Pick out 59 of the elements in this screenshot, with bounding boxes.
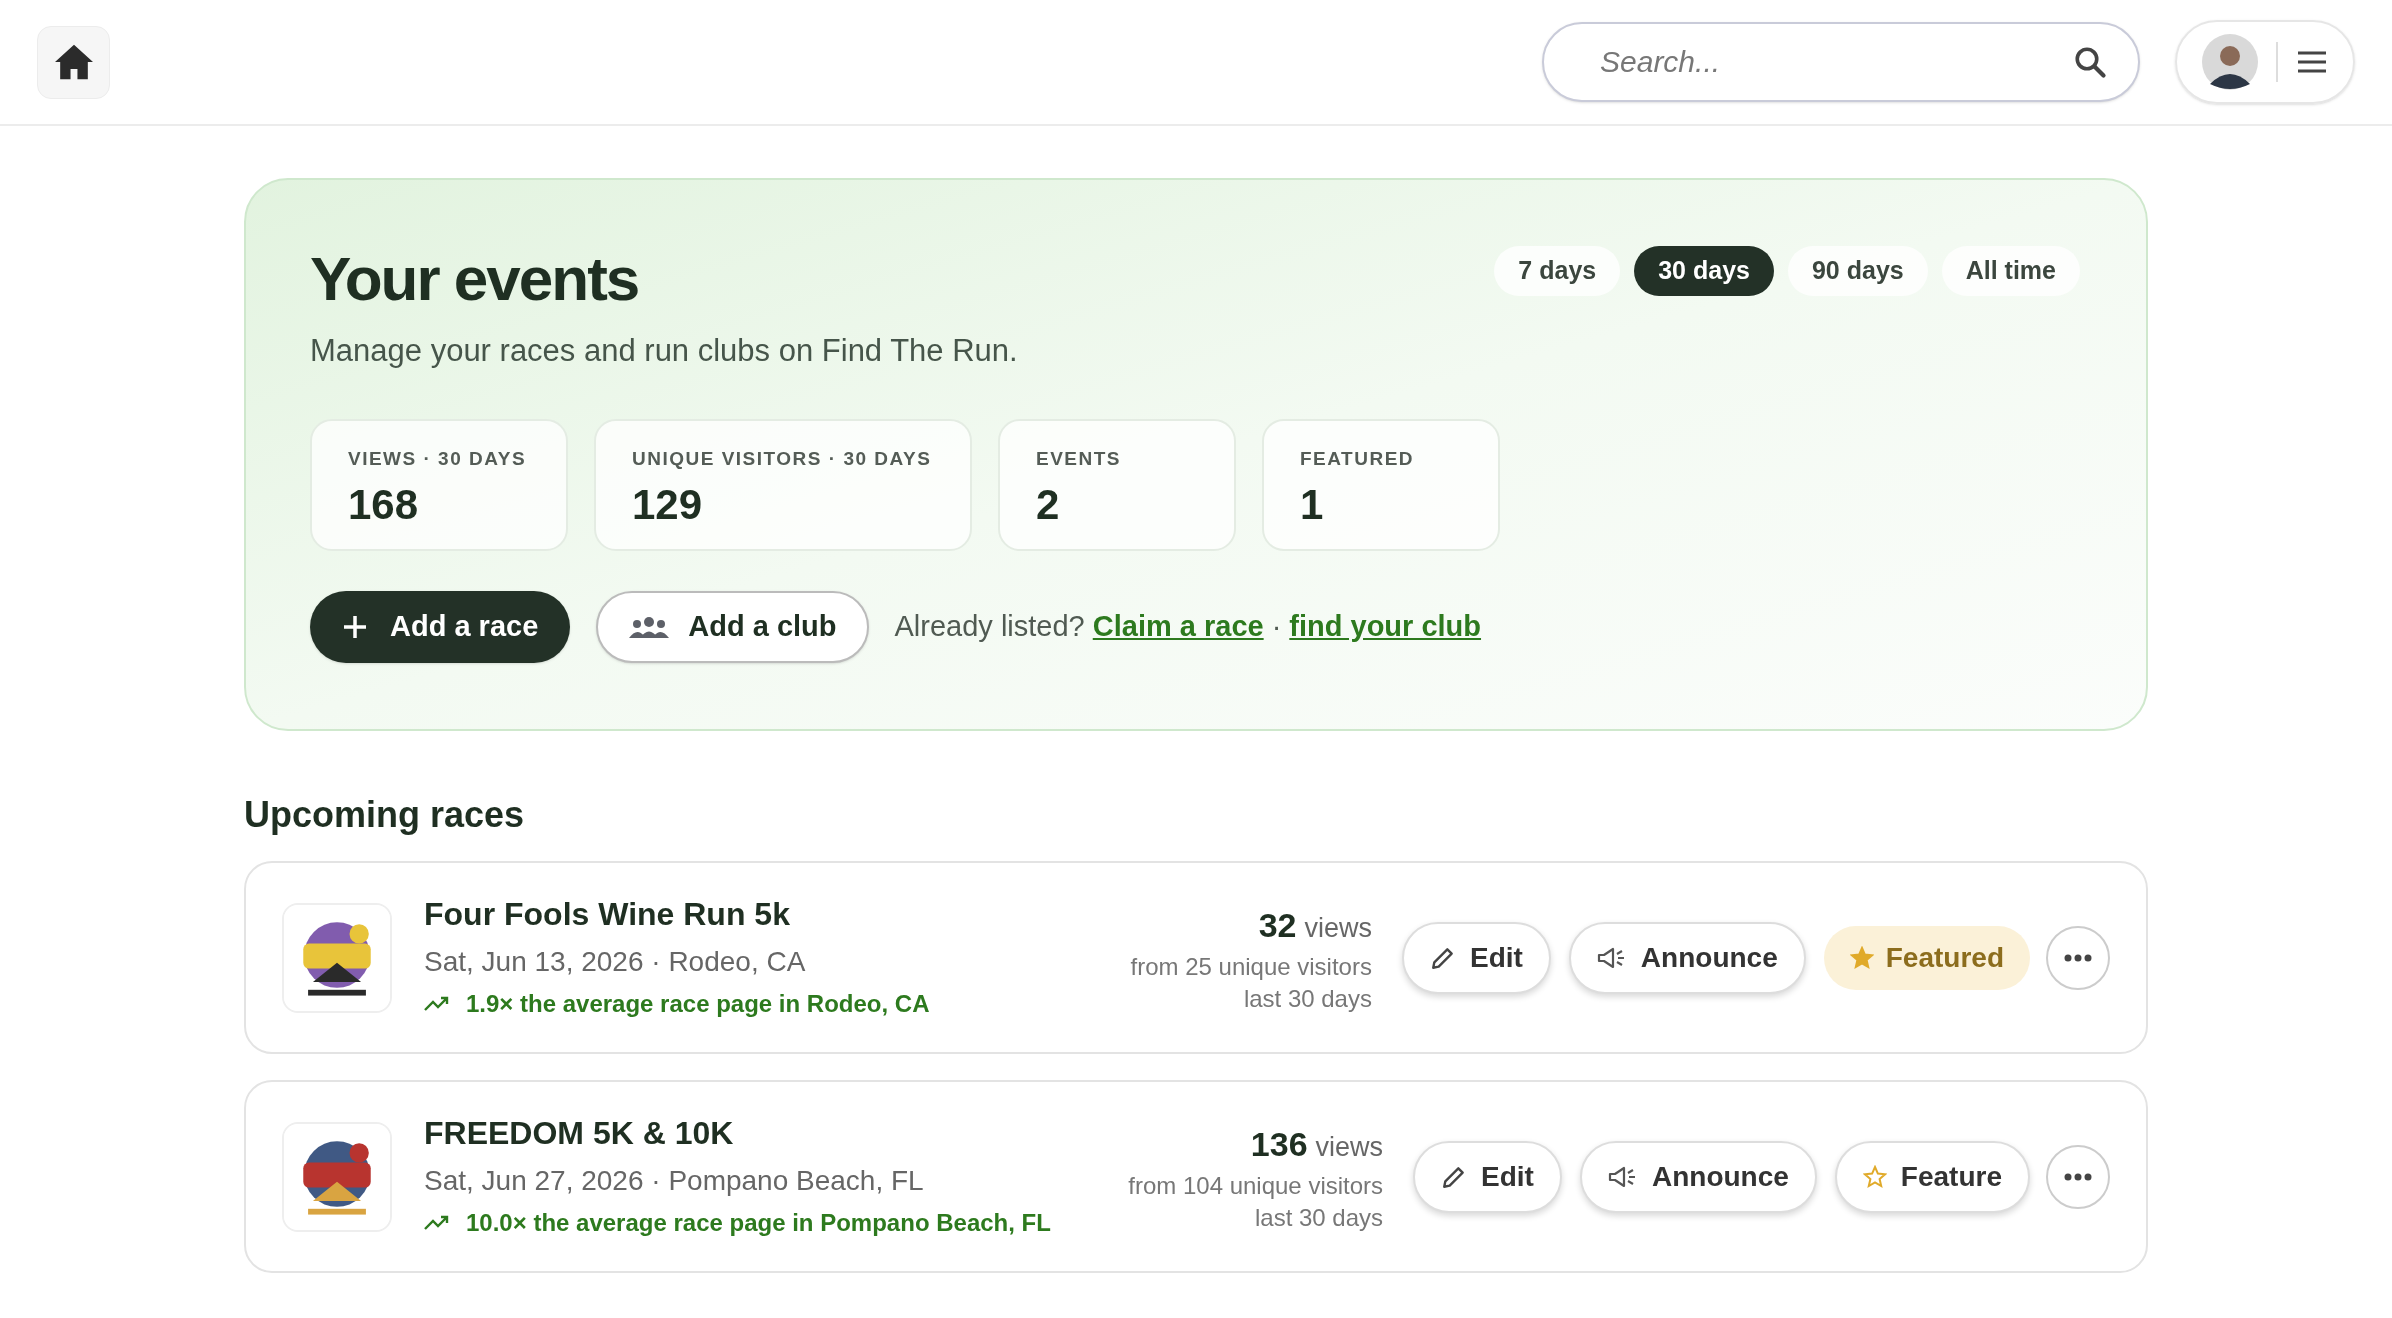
claim-prompt: Already listed?: [894, 608, 1085, 644]
stat-label: EVENTS: [1036, 446, 1123, 471]
trend-up-icon: [424, 995, 450, 1012]
stat-label: VIEWS · 30 DAYS: [348, 446, 528, 471]
views-count: 136: [1250, 1124, 1308, 1165]
featured-button[interactable]: Featured: [1823, 925, 2030, 990]
stat-value: 129: [632, 480, 704, 530]
views-label: views: [1304, 912, 1372, 945]
views-count: 32: [1258, 905, 1297, 946]
plus-icon: [342, 613, 368, 640]
race-details: Sat, Jun 27, 2026 · Pompano Beach, FL: [424, 1163, 925, 1198]
period-tab[interactable]: 7 days: [1494, 246, 1621, 296]
avatar-icon: [2202, 34, 2258, 90]
views-label: views: [1315, 1131, 1384, 1164]
race-name[interactable]: FREEDOM 5K & 10K: [424, 1112, 1129, 1153]
period-tab[interactable]: All time: [1941, 246, 2080, 296]
section-title: Upcoming races: [244, 793, 526, 837]
trend-text: 1.9× the average race page in Rodeo, CA: [466, 988, 930, 1019]
stat-value: 2: [1036, 480, 1061, 530]
stat-value: 168: [348, 480, 420, 530]
home-button[interactable]: [37, 25, 110, 99]
period-tab[interactable]: 30 days: [1634, 246, 1774, 296]
megaphone-icon: [1596, 945, 1627, 970]
star-icon: [1849, 945, 1874, 970]
add-race-button[interactable]: Add a race: [310, 590, 571, 663]
edit-button[interactable]: Edit: [1413, 1140, 1562, 1213]
race-details: Sat, Jun 13, 2026 · Rodeo, CA: [424, 944, 807, 979]
period-text: last 30 days: [1242, 984, 1372, 1014]
race-name[interactable]: Four Fools Wine Run 5k: [424, 893, 1131, 934]
separator: ·: [1271, 608, 1282, 644]
more-icon: [2064, 953, 2092, 962]
more-icon: [2064, 1172, 2092, 1181]
more-options-button[interactable]: [2046, 1144, 2110, 1209]
feature-button[interactable]: Feature: [1834, 1140, 2030, 1213]
announce-button[interactable]: Announce: [1579, 1140, 1817, 1213]
search-field[interactable]: Search...: [1542, 22, 2140, 102]
period-tab[interactable]: 90 days: [1787, 246, 1928, 296]
period-text: last 30 days: [1254, 1203, 1384, 1233]
stat-label: UNIQUE VISITORS · 30 DAYS: [632, 446, 933, 471]
page-subtitle: Manage your races and run clubs on Find The Run.: [310, 332, 1018, 370]
trend-text: 10.0× the average race page in Pompano Beach, FL: [466, 1207, 1051, 1238]
find-club-link[interactable]: find your club: [1289, 604, 1482, 649]
trend-up-icon: [424, 1214, 450, 1231]
people-icon: [628, 614, 671, 639]
megaphone-icon: [1607, 1164, 1638, 1189]
announce-button[interactable]: Announce: [1568, 921, 1806, 994]
more-options-button[interactable]: [2046, 925, 2110, 990]
menu-icon: [2296, 50, 2328, 74]
visitors-text: from 25 unique visitors: [1130, 952, 1372, 982]
visitors-text: from 104 unique visitors: [1128, 1171, 1384, 1201]
claim-race-link[interactable]: Claim a race: [1092, 604, 1264, 649]
account-menu-button[interactable]: [2175, 20, 2355, 104]
stat-value: 1: [1300, 480, 1325, 530]
page-title: Your events: [310, 244, 640, 314]
edit-button[interactable]: Edit: [1401, 921, 1551, 994]
star-icon: [1862, 1164, 1887, 1189]
stat-label: FEATURED: [1300, 446, 1416, 471]
search-icon: [2072, 44, 2108, 80]
add-club-button[interactable]: Add a club: [596, 590, 869, 663]
